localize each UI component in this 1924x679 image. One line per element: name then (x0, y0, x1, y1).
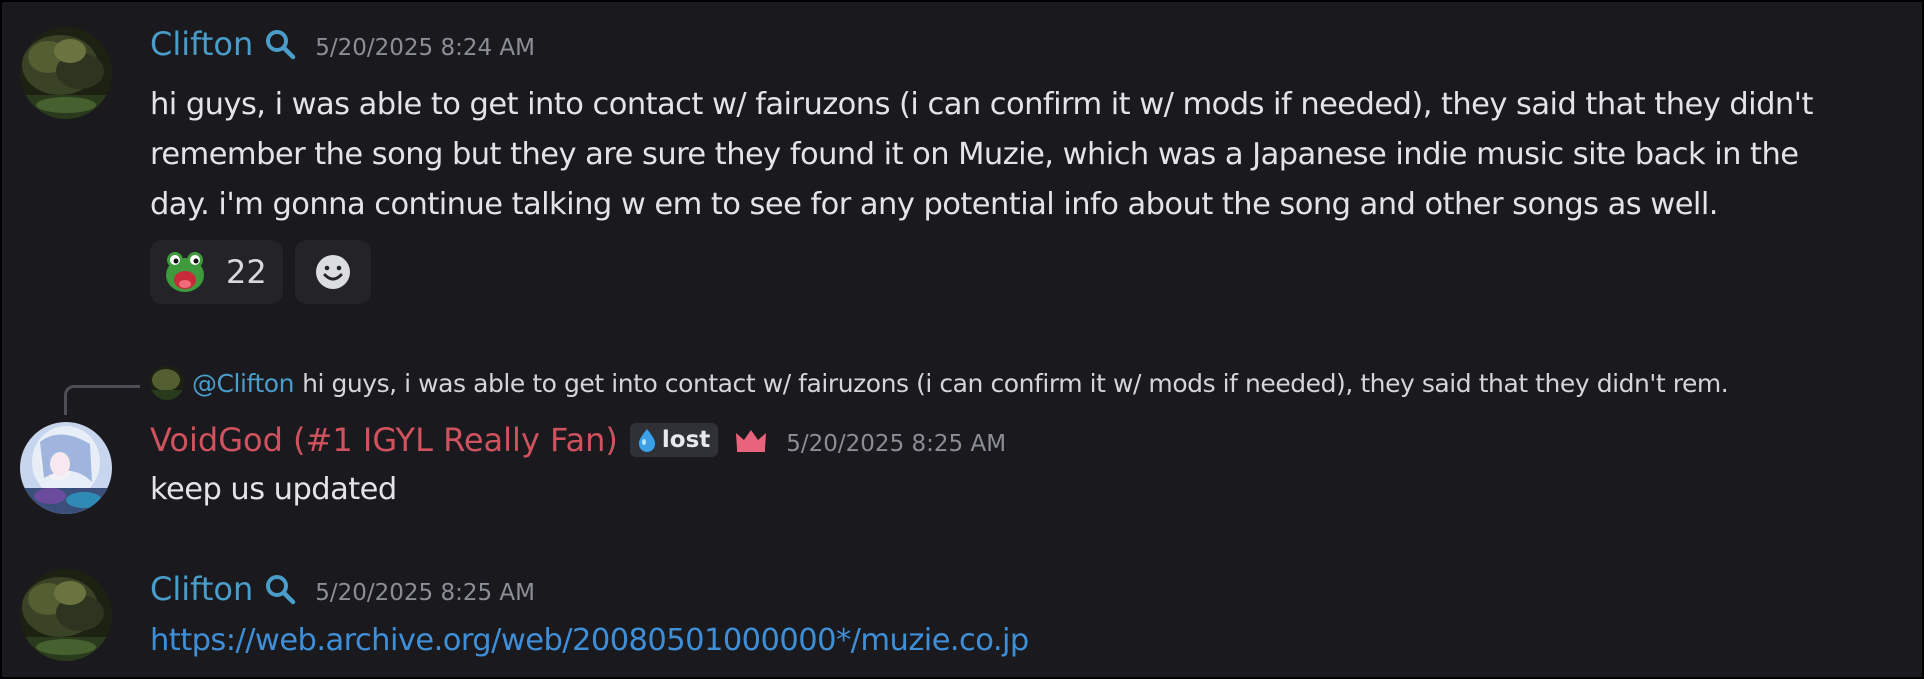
username[interactable]: VoidGod (#1 IGYL Really Fan) (150, 420, 618, 460)
add-reaction-icon (315, 255, 350, 289)
message-content: hi guys, i was able to get into contact … (150, 80, 1813, 230)
frog-emoji (166, 252, 204, 292)
message-header: VoidGod (#1 IGYL Really Fan) lost 5/20/2… (150, 420, 1006, 460)
avatar-clifton[interactable] (20, 27, 112, 119)
search-icon[interactable] (263, 27, 297, 61)
server-tag[interactable]: lost (629, 423, 719, 457)
search-icon[interactable] (263, 572, 297, 606)
reply-preview[interactable]: @Clifton hi guys, i was able to get into… (150, 366, 1729, 400)
message-header: Clifton 5/20/2025 8:24 AM (150, 24, 535, 64)
message-line: remember the song but they are sure they… (150, 137, 1799, 172)
message-line: day. i'm gonna continue talking w em to … (150, 187, 1718, 222)
chat-panel: Clifton 5/20/2025 8:24 AM hi guys, i was… (0, 0, 1924, 679)
tag-label: lost (661, 427, 711, 453)
reply-mention[interactable]: @Clifton (192, 369, 295, 398)
avatar-clifton[interactable] (20, 569, 112, 661)
add-reaction-button[interactable] (294, 240, 371, 304)
username[interactable]: Clifton (150, 569, 253, 609)
timestamp[interactable]: 5/20/2025 8:24 AM (315, 35, 535, 61)
crown-icon (736, 430, 767, 452)
reaction-frog[interactable]: 22 (150, 240, 283, 304)
message-line: hi guys, i was able to get into contact … (150, 87, 1813, 122)
archive-link[interactable]: https://web.archive.org/web/200805010000… (150, 623, 1029, 658)
reply-connector (64, 385, 140, 415)
timestamp[interactable]: 5/20/2025 8:25 AM (786, 431, 1006, 457)
message-header: Clifton 5/20/2025 8:25 AM (150, 569, 535, 609)
reply-text: hi guys, i was able to get into contact … (302, 368, 1729, 398)
message-content: keep us updated (150, 465, 397, 515)
message-line: keep us updated (150, 472, 397, 507)
reaction-count: 22 (226, 253, 267, 291)
avatar-voidgod[interactable] (20, 422, 112, 514)
reply-avatar (150, 366, 184, 400)
username[interactable]: Clifton (150, 24, 253, 64)
reactions-bar: 22 (150, 240, 371, 304)
timestamp[interactable]: 5/20/2025 8:25 AM (315, 580, 535, 606)
message-content: https://web.archive.org/web/200805010000… (150, 616, 1029, 666)
water-drop-icon (638, 429, 655, 452)
